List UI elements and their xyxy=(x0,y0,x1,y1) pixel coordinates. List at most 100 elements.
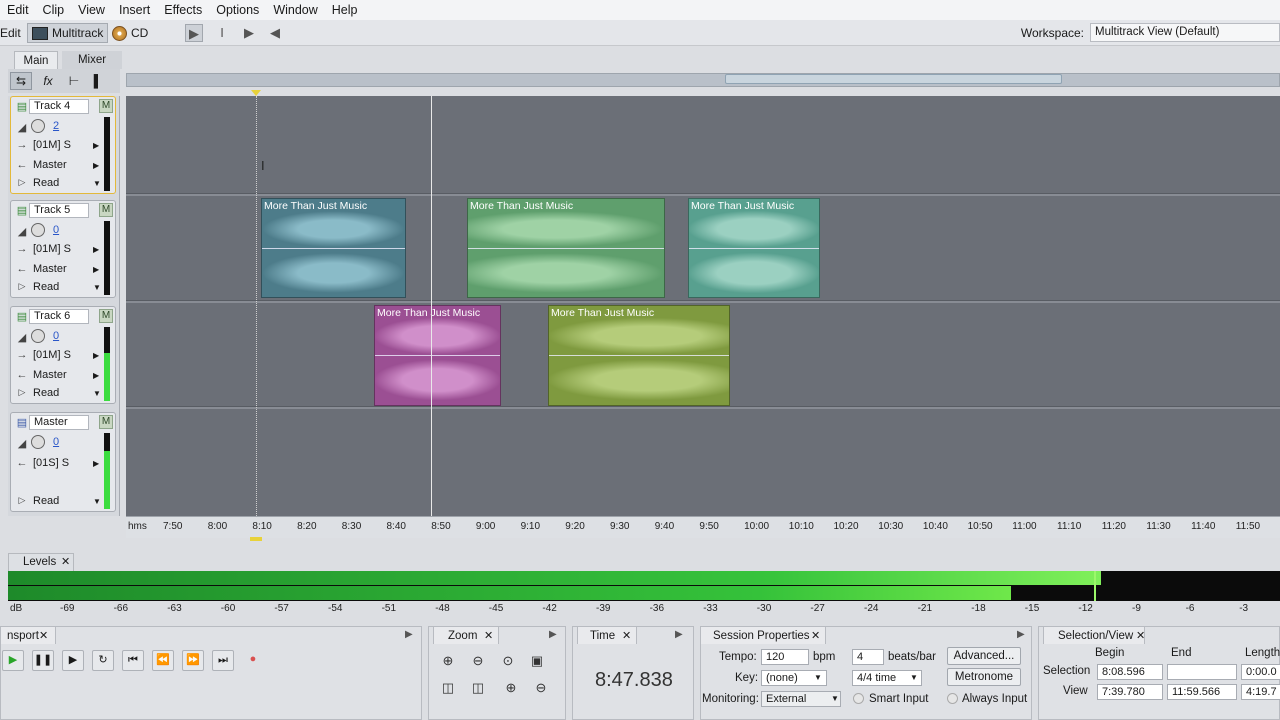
menu-clip[interactable]: Clip xyxy=(36,3,72,17)
output-select[interactable]: [01S] S xyxy=(33,457,69,469)
mute-button[interactable]: M xyxy=(99,415,113,429)
close-icon[interactable]: ✕ xyxy=(484,627,493,645)
panel-menu-icon[interactable]: ▶ xyxy=(549,629,557,640)
pause-button[interactable]: ❚❚ xyxy=(32,650,54,671)
workspace-select[interactable]: Multitrack View (Default) xyxy=(1090,23,1280,42)
input-select[interactable]: [01M] S xyxy=(33,349,71,361)
expand-icon[interactable]: ▷ xyxy=(15,177,29,188)
menu-insert[interactable]: Insert xyxy=(112,3,157,17)
volume-knob[interactable] xyxy=(31,435,45,449)
time-selection-tool-icon[interactable]: I xyxy=(213,24,231,42)
automation-select[interactable]: Read xyxy=(33,177,59,189)
volume-knob[interactable] xyxy=(31,223,45,237)
selection-begin-input[interactable]: 8:08.596 xyxy=(1097,664,1163,680)
mute-button[interactable]: M xyxy=(99,203,113,217)
volume-value[interactable]: 0 xyxy=(53,330,59,342)
always-input-radio[interactable] xyxy=(947,693,958,704)
metronome-button[interactable]: Metronome xyxy=(947,668,1021,686)
track-name-input[interactable]: Master xyxy=(29,415,89,430)
volume-value[interactable]: 2 xyxy=(53,120,59,132)
zoom-out-vertical-icon[interactable]: ⊖ xyxy=(531,678,551,698)
selection-end-input[interactable] xyxy=(1167,664,1237,680)
effects-icon[interactable]: fx xyxy=(38,72,58,90)
go-to-end-button[interactable]: ⏭ xyxy=(212,650,234,671)
go-to-start-button[interactable]: ⏮ xyxy=(122,650,144,671)
zoom-in-horizontal-icon[interactable]: ⊕ xyxy=(438,651,458,671)
zoom-tab[interactable]: Zoom ✕ xyxy=(433,626,499,644)
multitrack-view-button[interactable]: Multitrack xyxy=(27,23,109,43)
volume-value[interactable]: 0 xyxy=(53,436,59,448)
menu-edit[interactable]: Edit xyxy=(0,3,36,17)
volume-value[interactable]: 0 xyxy=(53,224,59,236)
track-name-input[interactable]: Track 4 xyxy=(29,99,89,114)
close-icon[interactable]: ✕ xyxy=(61,554,70,570)
volume-knob[interactable] xyxy=(31,119,45,133)
rewind-button[interactable]: ⏪ xyxy=(152,650,174,671)
audio-clip[interactable]: More Than Just Music xyxy=(261,198,406,298)
cd-view-button[interactable]: CD xyxy=(112,23,148,43)
play-button[interactable]: ▶ xyxy=(2,650,24,671)
track-header-5[interactable]: ▤ Track 5 M ◢ 0 → [01M] S ▶ ← Master ▶ ▷… xyxy=(10,200,116,298)
view-end-input[interactable]: 11:59.566 xyxy=(1167,684,1237,700)
close-icon[interactable]: ✕ xyxy=(1136,627,1145,645)
close-icon[interactable]: ✕ xyxy=(811,627,820,645)
selection-length-input[interactable]: 0:00.0 xyxy=(1241,664,1280,680)
menu-view[interactable]: View xyxy=(71,3,112,17)
expand-icon[interactable]: ▷ xyxy=(15,281,29,292)
beats-per-bar-input[interactable]: 4 xyxy=(852,649,884,665)
view-length-input[interactable]: 4:19.7 xyxy=(1241,684,1280,700)
advanced-button[interactable]: Advanced... xyxy=(947,647,1021,665)
tab-main[interactable]: Main xyxy=(14,51,58,69)
fast-forward-button[interactable]: ⏩ xyxy=(182,650,204,671)
output-select[interactable]: Master xyxy=(33,369,67,381)
move-tool-icon[interactable]: ▶ xyxy=(185,24,203,42)
zoom-left-edge-icon[interactable]: ◫ xyxy=(438,678,458,698)
session-overview-bar[interactable] xyxy=(126,73,1280,87)
track-header-4[interactable]: ▤ Track 4 M ◢ 2 → [01M] S ▶ ← Master ▶ ▷… xyxy=(10,96,116,194)
time-ruler[interactable]: hms 7:50 8:00 8:10 8:20 8:30 8:40 8:50 9:00 9:10… xyxy=(126,516,1280,538)
zoom-out-full-icon[interactable]: ⊙ xyxy=(498,651,518,671)
input-select[interactable]: [01M] S xyxy=(33,139,71,151)
zoom-selection-icon[interactable]: ▣ xyxy=(527,651,547,671)
selection-marker-icon[interactable] xyxy=(250,537,262,541)
expand-icon[interactable]: ▷ xyxy=(15,495,29,506)
multitrack-timeline[interactable]: More Than Just Music More Than Just Musi… xyxy=(126,96,1280,516)
expand-icon[interactable]: ▷ xyxy=(15,387,29,398)
close-icon[interactable]: ✕ xyxy=(622,627,631,645)
audio-clip[interactable]: More Than Just Music xyxy=(688,198,820,298)
menu-options[interactable]: Options xyxy=(209,3,266,17)
session-properties-tab[interactable]: Session Properties ✕ xyxy=(700,626,826,644)
record-button[interactable]: ● xyxy=(242,650,264,671)
time-tab[interactable]: Time ✕ xyxy=(577,626,637,644)
mute-button[interactable]: M xyxy=(99,309,113,323)
zoom-out-horizontal-icon[interactable]: ⊖ xyxy=(468,651,488,671)
menu-help[interactable]: Help xyxy=(325,3,365,17)
audio-clip[interactable]: More Than Just Music xyxy=(467,198,665,298)
menu-effects[interactable]: Effects xyxy=(157,3,209,17)
inputs-outputs-icon[interactable]: ⇆ xyxy=(10,72,32,90)
menu-window[interactable]: Window xyxy=(266,3,324,17)
levels-panel-tab[interactable]: Levels ✕ xyxy=(8,553,74,571)
output-select[interactable]: Master xyxy=(33,263,67,275)
panel-menu-icon[interactable]: ▶ xyxy=(1017,629,1025,640)
playhead-line[interactable] xyxy=(431,96,432,516)
track-header-master[interactable]: ▤ Master M ◢ 0 ← [01S] S ▶ ▷ Read ▼ xyxy=(10,412,116,512)
eq-icon[interactable]: ▌ xyxy=(88,72,108,90)
monitoring-select[interactable]: External xyxy=(761,691,841,707)
panel-menu-icon[interactable]: ▶ xyxy=(675,629,683,640)
zoom-in-vertical-icon[interactable]: ⊕ xyxy=(501,678,521,698)
automation-select[interactable]: Read xyxy=(33,387,59,399)
input-select[interactable]: [01M] S xyxy=(33,243,71,255)
track-name-input[interactable]: Track 5 xyxy=(29,203,89,218)
mute-button[interactable]: M xyxy=(99,99,113,113)
automation-select[interactable]: Read xyxy=(33,281,59,293)
track-name-input[interactable]: Track 6 xyxy=(29,309,89,324)
automation-select[interactable]: Read xyxy=(33,495,59,507)
sends-icon[interactable]: ⊢ xyxy=(64,72,84,90)
hybrid-tool-icon[interactable]: ▶ xyxy=(240,24,258,42)
loop-button[interactable]: ↻ xyxy=(92,650,114,671)
output-select[interactable]: Master xyxy=(33,159,67,171)
volume-knob[interactable] xyxy=(31,329,45,343)
view-begin-input[interactable]: 7:39.780 xyxy=(1097,684,1163,700)
tempo-input[interactable]: 120 xyxy=(761,649,809,665)
